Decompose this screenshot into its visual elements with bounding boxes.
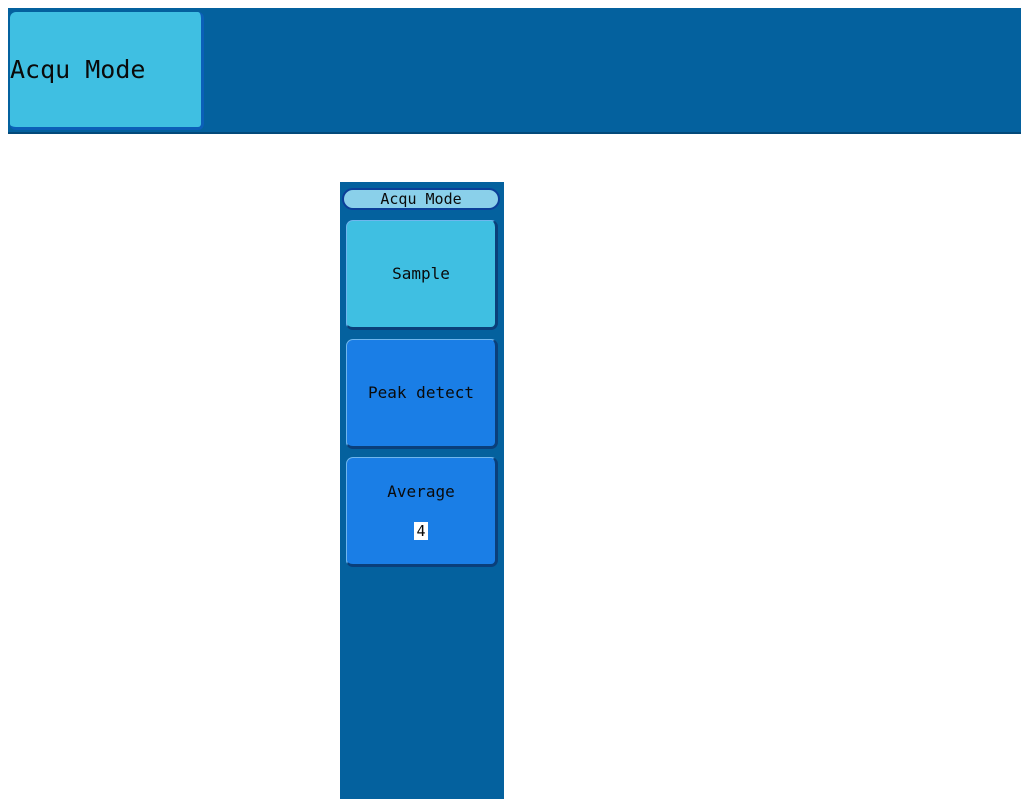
- average-option-button[interactable]: Average 4: [346, 457, 498, 567]
- average-option-label: Average: [387, 482, 455, 501]
- acqu-mode-button[interactable]: Acqu Mode: [10, 12, 204, 130]
- acqu-mode-button-label: Acqu Mode: [10, 55, 146, 84]
- peak-detect-option-label: Peak detect: [368, 383, 474, 402]
- sample-option-button[interactable]: Sample: [346, 220, 498, 330]
- acqu-mode-menu-panel: Acqu Mode Sample Peak detect Average 4: [340, 182, 504, 799]
- sample-option-label: Sample: [392, 264, 450, 283]
- average-count-value[interactable]: 4: [414, 522, 428, 540]
- menu-title: Acqu Mode: [342, 188, 500, 210]
- top-menu-bar: Acqu Mode: [8, 8, 1021, 134]
- peak-detect-option-button[interactable]: Peak detect: [346, 339, 498, 449]
